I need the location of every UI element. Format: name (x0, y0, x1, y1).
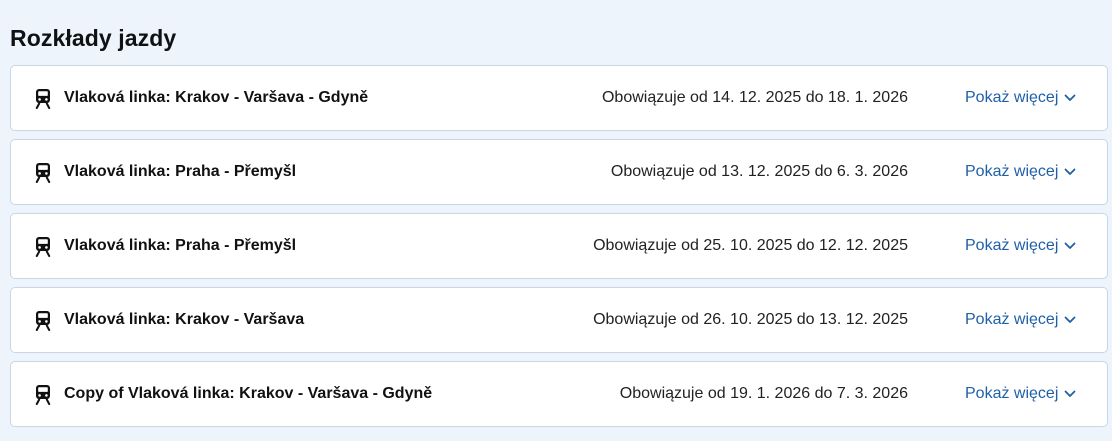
chevron-down-icon (1064, 314, 1076, 326)
page-title: Rozkłady jazdy (10, 25, 177, 51)
validity-period: Obowiązuje od 26. 10. 2025 do 13. 12. 20… (593, 311, 908, 328)
validity-period: Obowiązuje od 14. 12. 2025 do 18. 1. 202… (601, 89, 908, 106)
timetable-row[interactable]: Vlaková linka: Krakov - Varšava Obowiązu… (10, 287, 1108, 353)
train-icon (34, 309, 52, 331)
show-more-link[interactable]: Pokaż więcej (965, 163, 1076, 181)
show-more-label: Pokaż więcej (965, 89, 1059, 106)
timetable-title: Vlaková linka: Krakov - Varšava - Gdyně (64, 89, 369, 106)
chevron-down-icon (1064, 92, 1076, 104)
validity-period: Obowiązuje od 19. 1. 2026 do 7. 3. 2026 (619, 385, 908, 402)
chevron-down-icon (1064, 240, 1076, 252)
timetable-title: Vlaková linka: Krakov - Varšava (64, 311, 305, 328)
timetable-list: Vlaková linka: Krakov - Varšava - Gdyně … (10, 65, 1108, 435)
show-more-label: Pokaż więcej (965, 385, 1059, 402)
train-icon (34, 235, 52, 257)
train-icon (34, 87, 52, 109)
train-icon (34, 383, 52, 405)
show-more-label: Pokaż więcej (965, 163, 1059, 180)
chevron-down-icon (1064, 388, 1076, 400)
timetable-row[interactable]: Vlaková linka: Praha - Přemyšl Obowiązuj… (10, 213, 1108, 279)
show-more-link[interactable]: Pokaż więcej (965, 311, 1076, 329)
timetable-title: Vlaková linka: Praha - Přemyšl (64, 237, 297, 254)
show-more-link[interactable]: Pokaż więcej (965, 237, 1076, 255)
chevron-down-icon (1064, 166, 1076, 178)
show-more-label: Pokaż więcej (965, 237, 1059, 254)
validity-period: Obowiązuje od 25. 10. 2025 do 12. 12. 20… (593, 237, 908, 254)
show-more-label: Pokaż więcej (965, 311, 1059, 328)
validity-period: Obowiązuje od 13. 12. 2025 do 6. 3. 2026 (610, 163, 908, 180)
show-more-link[interactable]: Pokaż więcej (965, 89, 1076, 107)
timetable-row[interactable]: Copy of Vlaková linka: Krakov - Varšava … (10, 361, 1108, 427)
timetable-title: Copy of Vlaková linka: Krakov - Varšava … (64, 385, 433, 402)
train-icon (34, 161, 52, 183)
timetable-title: Vlaková linka: Praha - Přemyšl (64, 163, 297, 180)
show-more-link[interactable]: Pokaż więcej (965, 385, 1076, 403)
timetable-row[interactable]: Vlaková linka: Krakov - Varšava - Gdyně … (10, 65, 1108, 131)
timetable-row[interactable]: Vlaková linka: Praha - Přemyšl Obowiązuj… (10, 139, 1108, 205)
